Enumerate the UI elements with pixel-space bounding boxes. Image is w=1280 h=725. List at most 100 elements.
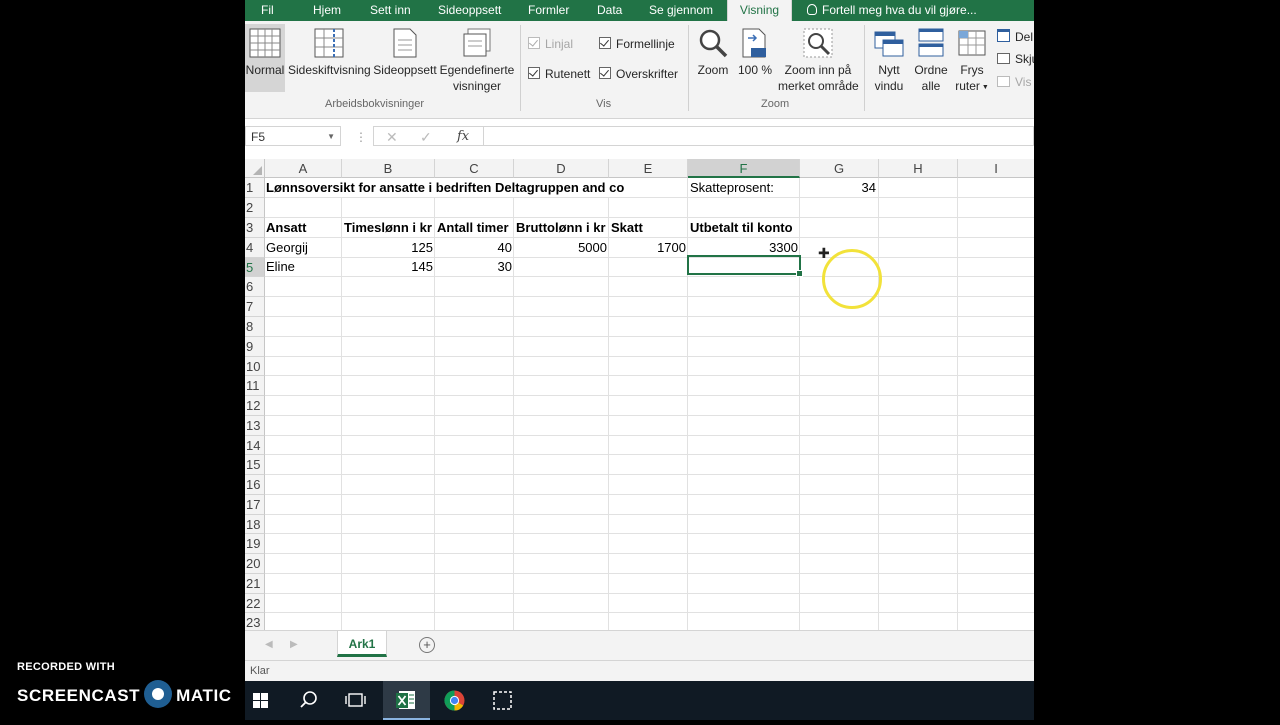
normal-view-button[interactable]: Normal	[245, 24, 285, 92]
cell-c5[interactable]: 30	[435, 257, 512, 276]
tab-formler[interactable]: Formler	[528, 0, 569, 21]
row-header-11[interactable]: 11	[245, 376, 265, 396]
scroll-right-icon[interactable]: ▶	[290, 639, 298, 650]
arrange-all-button[interactable]: Ordne alle	[912, 24, 950, 96]
column-header-h[interactable]: H	[879, 159, 958, 178]
column-header-i[interactable]: I	[958, 159, 1034, 178]
headings-checkbox[interactable]: Overskrifter	[599, 67, 678, 81]
cell-a4[interactable]: Georgij	[266, 238, 308, 257]
cell-e4[interactable]: 1700	[609, 238, 686, 257]
active-cell-f5[interactable]	[687, 255, 803, 277]
column-header-e[interactable]: E	[609, 159, 688, 178]
gridlines-checkbox[interactable]: Rutenett	[528, 67, 590, 81]
cell-c3[interactable]: Antall timer	[437, 218, 509, 237]
tell-me-search[interactable]: Fortell meg hva du vil gjøre...	[807, 0, 977, 21]
formula-bar-checkbox[interactable]: Formellinje	[599, 37, 675, 51]
row-header-10[interactable]: 10	[245, 357, 265, 376]
unhide-button[interactable]: Vis	[997, 75, 1031, 89]
row-header-19[interactable]: 19	[245, 534, 265, 554]
row-header-12[interactable]: 12	[245, 396, 265, 416]
page-layout-view-button[interactable]: Sideoppsett	[373, 24, 437, 92]
cell-e3[interactable]: Skatt	[611, 218, 643, 237]
cell-f1[interactable]: Skatteprosent:	[690, 178, 774, 197]
custom-views-button[interactable]: Egendefinerte visninger	[439, 24, 515, 96]
cell-a3[interactable]: Ansatt	[266, 218, 306, 237]
cell-b3[interactable]: Timeslønn i kr	[344, 218, 432, 237]
row-header-21[interactable]: 21	[245, 574, 265, 594]
ruler-checkbox[interactable]: Linjal	[528, 37, 573, 51]
page-layout-icon	[393, 28, 417, 58]
arrange-all-label-2: alle	[921, 79, 941, 93]
column-header-b[interactable]: B	[342, 159, 435, 178]
row-header-18[interactable]: 18	[245, 515, 265, 534]
cell-f3[interactable]: Utbetalt til konto	[690, 218, 793, 237]
column-header-f[interactable]: F	[688, 159, 800, 178]
tab-sideoppsett[interactable]: Sideoppsett	[438, 0, 501, 21]
cell-d3[interactable]: Bruttolønn i kr	[516, 218, 606, 237]
row-header-14[interactable]: 14	[245, 436, 265, 455]
add-sheet-icon[interactable]: +	[419, 637, 435, 653]
row-header-17[interactable]: 17	[245, 495, 265, 515]
row-header-20[interactable]: 20	[245, 554, 265, 574]
taskbar-chrome[interactable]	[431, 681, 478, 720]
cell-g1[interactable]: 34	[800, 178, 876, 197]
column-header-g[interactable]: G	[800, 159, 879, 178]
search-button[interactable]	[285, 681, 332, 720]
insert-function-icon[interactable]: fx	[457, 129, 469, 144]
task-view-button[interactable]	[332, 681, 379, 720]
scroll-left-icon[interactable]: ◀	[265, 639, 273, 650]
zoom-button[interactable]: Zoom	[695, 24, 731, 92]
tab-se-gjennom[interactable]: Se gjennom	[649, 0, 713, 21]
row-header-23[interactable]: 23	[245, 613, 265, 630]
row-header-13[interactable]: 13	[245, 416, 265, 436]
sheet-tab-ark1[interactable]: Ark1	[337, 631, 387, 657]
row-header-1[interactable]: 1	[245, 178, 265, 198]
tab-sett-inn[interactable]: Sett inn	[370, 0, 411, 21]
row-header-2[interactable]: 2	[245, 198, 265, 218]
name-box-value: F5	[251, 130, 266, 144]
tab-hjem[interactable]: Hjem	[313, 0, 341, 21]
cell-a1[interactable]: Lønnsoversikt for ansatte i bedriften De…	[266, 178, 686, 197]
windows-start-button[interactable]	[237, 681, 284, 720]
column-header-c[interactable]: C	[435, 159, 514, 178]
chevron-down-icon[interactable]: ▼	[327, 127, 335, 147]
freeze-panes-button[interactable]: Frys ruter ▼	[954, 24, 990, 96]
row-header-6[interactable]: 6	[245, 277, 265, 297]
row-header-7[interactable]: 7	[245, 297, 265, 317]
row-header-16[interactable]: 16	[245, 475, 265, 495]
row-header-15[interactable]: 15	[245, 455, 265, 475]
tab-visning[interactable]: Visning	[727, 0, 792, 21]
zoom-selection-button[interactable]: Zoom inn på merket område	[778, 24, 859, 96]
taskbar-snipping[interactable]	[479, 681, 526, 720]
cancel-icon[interactable]: ✕	[386, 129, 398, 146]
gridline	[957, 178, 958, 630]
zoom-100-button[interactable]: 100 %	[735, 24, 775, 92]
cell-d4[interactable]: 5000	[514, 238, 607, 257]
taskbar-excel[interactable]	[383, 681, 430, 720]
cell-b5[interactable]: 145	[342, 257, 433, 276]
row-header-22[interactable]: 22	[245, 594, 265, 613]
row-header-9[interactable]: 9	[245, 337, 265, 357]
column-header-a[interactable]: A	[265, 159, 342, 178]
tab-data[interactable]: Data	[597, 0, 622, 21]
row-header-4[interactable]: 4	[245, 238, 265, 258]
row-header-3[interactable]: 3	[245, 218, 265, 238]
resize-handle-icon[interactable]: ⋮	[355, 130, 367, 144]
column-header-d[interactable]: D	[514, 159, 609, 178]
cell-b4[interactable]: 125	[342, 238, 433, 257]
cell-c4[interactable]: 40	[435, 238, 512, 257]
confirm-icon[interactable]: ✓	[420, 129, 432, 146]
new-window-button[interactable]: Nytt vindu	[871, 24, 907, 96]
select-all-button[interactable]	[245, 159, 265, 178]
formula-input[interactable]	[483, 126, 1034, 146]
hide-button[interactable]: Skju	[997, 52, 1034, 66]
tab-fil[interactable]: Fil	[261, 0, 274, 21]
row-header-5[interactable]: 5	[245, 258, 265, 277]
row-header-8[interactable]: 8	[245, 317, 265, 337]
split-button[interactable]: Del	[997, 29, 1033, 44]
page-break-view-button[interactable]: Sideskiftvisning	[288, 24, 371, 92]
ribbon: Normal Sideskiftvisning Sideoppsett Egen…	[245, 21, 1034, 119]
windows-logo-icon	[253, 693, 268, 708]
cell-a5[interactable]: Eline	[266, 257, 295, 276]
name-box[interactable]: F5 ▼	[245, 126, 341, 146]
